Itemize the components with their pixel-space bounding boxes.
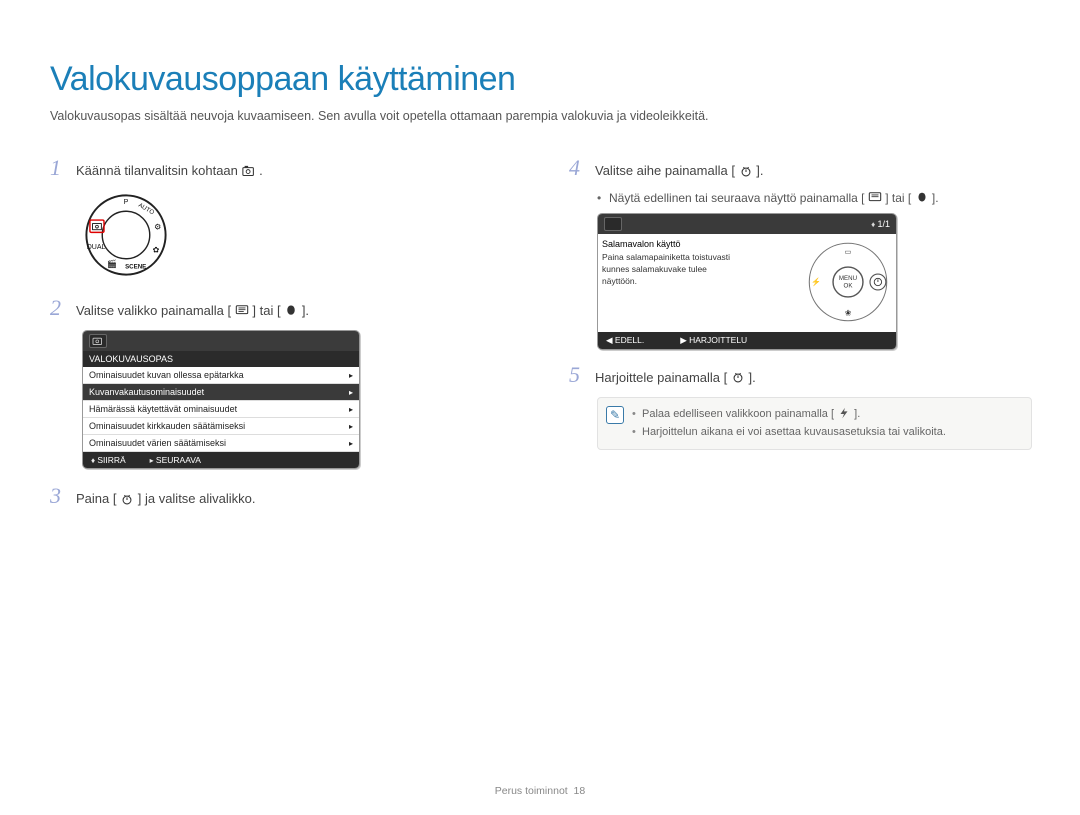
footer-practice: HARJOITTELU (680, 335, 747, 346)
step-5: 5 Harjoittele painamalla [ ]. (569, 364, 1032, 388)
chevron-right-icon: ▸ (349, 422, 353, 431)
self-timer-button-icon (739, 163, 753, 175)
screen-footer: SIIRRÄ SEURAAVA (83, 452, 359, 468)
screen-header: ♦ 1/1 (598, 214, 896, 234)
flash-button-icon (837, 407, 851, 419)
guide-mode-icon (242, 163, 256, 175)
chevron-right-icon: ▸ (349, 439, 353, 448)
screen-footer: EDELL. HARJOITTELU (598, 332, 896, 349)
menu-screen-mock: VALOKUVAUSOPAS Ominaisuudet kuvan olless… (82, 330, 360, 469)
menu-row-selected: Kuvanvakautusominaisuudet▸ (83, 384, 359, 401)
svg-text:P: P (124, 199, 129, 206)
info-line-1: Palaa edelliseen valikkoon painamalla [ … (632, 406, 1021, 424)
self-timer-button-icon (731, 370, 745, 382)
mode-dial-illustration: P AUTO ⚙ ✿ SCENE 🎬 DUAL (82, 191, 170, 279)
step-number: 3 (50, 485, 66, 509)
svg-text:🎬: 🎬 (107, 258, 117, 268)
menu-title: VALOKUVAUSOPAS (83, 351, 359, 367)
page-intro: Valokuvausopas sisältää neuvoja kuvaamis… (50, 109, 1032, 123)
step-4-bullet: Näytä edellinen tai seuraava näyttö pain… (597, 191, 1032, 205)
step-number: 5 (569, 364, 585, 388)
info-line-2: Harjoittelun aikana ei voi asettaa kuvau… (632, 424, 1021, 442)
self-timer-button-icon (120, 491, 134, 503)
two-column-layout: 1 Käännä tilanvalitsin kohtaan . P (50, 157, 1032, 519)
svg-text:▭: ▭ (845, 248, 852, 255)
svg-text:SCENE: SCENE (125, 263, 146, 270)
svg-text:OK: OK (844, 282, 854, 289)
footer-move: SIIRRÄ (91, 455, 126, 465)
note-icon: ✎ (606, 406, 624, 424)
screen-header (83, 331, 359, 351)
chevron-right-icon: ▸ (349, 371, 353, 380)
guide-mode-icon (89, 334, 107, 348)
step-text: Valitse valikko painamalla [ ] tai [ ]. (76, 297, 309, 321)
info-note-box: ✎ Palaa edelliseen valikkoon painamalla … (597, 397, 1032, 450)
detail-heading: Salamavalon käyttö (602, 238, 800, 251)
page-indicator: ♦ 1/1 (871, 219, 890, 229)
step-text: Paina [ ] ja valitse alivalikko. (76, 485, 256, 509)
svg-text:❀: ❀ (845, 308, 852, 317)
footer-next: SEURAAVA (150, 455, 201, 465)
svg-text:⚡: ⚡ (811, 276, 821, 286)
guide-mode-icon (604, 217, 622, 231)
chevron-right-icon: ▸ (349, 388, 353, 397)
svg-text:✿: ✿ (153, 245, 160, 254)
svg-text:MENU: MENU (839, 275, 857, 282)
step-1: 1 Käännä tilanvalitsin kohtaan . (50, 157, 513, 181)
step-text: Valitse aihe painamalla [ ]. (595, 157, 763, 181)
left-column: 1 Käännä tilanvalitsin kohtaan . P (50, 157, 513, 519)
step-text: Harjoittele painamalla [ ]. (595, 364, 756, 388)
document-page: Valokuvausoppaan käyttäminen Valokuvauso… (0, 0, 1080, 815)
menu-row: Ominaisuudet värien säätämiseksi▸ (83, 435, 359, 452)
menu-row: Ominaisuudet kuvan ollessa epätarkka▸ (83, 367, 359, 384)
step-number: 4 (569, 157, 585, 181)
step-3: 3 Paina [ ] ja valitse alivalikko. (50, 485, 513, 509)
step-number: 1 (50, 157, 66, 181)
menu-row: Ominaisuudet kirkkauden säätämiseksi▸ (83, 418, 359, 435)
page-footer: Perus toiminnot 18 (0, 785, 1080, 797)
detail-text: Salamavalon käyttö Paina salamapainikett… (602, 238, 800, 328)
menu-list: VALOKUVAUSOPAS Ominaisuudet kuvan olless… (83, 351, 359, 452)
screen-body: Salamavalon käyttö Paina salamapainikett… (598, 234, 896, 332)
footer-prev: EDELL. (606, 335, 644, 346)
step-text: Käännä tilanvalitsin kohtaan . (76, 157, 263, 181)
chevron-right-icon: ▸ (349, 405, 353, 414)
macro-button-icon (915, 191, 929, 203)
detail-screen-mock: ♦ 1/1 Salamavalon käyttö Paina salamapai… (597, 213, 897, 350)
disp-button-icon (235, 303, 249, 315)
svg-text:⚙: ⚙ (154, 222, 161, 231)
page-title: Valokuvausoppaan käyttäminen (50, 60, 1032, 99)
menu-row: Hämärässä käytettävät ominaisuudet▸ (83, 401, 359, 418)
nav-pad-illustration: MENU OK ▭ ❀ ⚡ (804, 238, 892, 328)
svg-text:DUAL: DUAL (87, 244, 106, 251)
right-column: 4 Valitse aihe painamalla [ ]. Näytä ede… (569, 157, 1032, 519)
step-number: 2 (50, 297, 66, 321)
step-4: 4 Valitse aihe painamalla [ ]. (569, 157, 1032, 181)
disp-button-icon (868, 191, 882, 203)
macro-button-icon (284, 303, 298, 315)
step-2: 2 Valitse valikko painamalla [ ] tai [ ]… (50, 297, 513, 321)
